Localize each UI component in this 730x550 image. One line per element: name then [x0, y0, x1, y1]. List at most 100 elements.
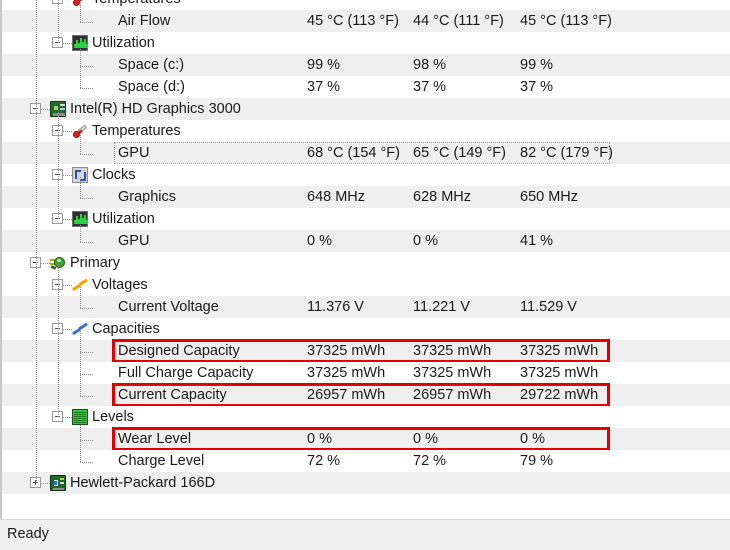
tree-row-value-2: 37 % — [413, 79, 447, 95]
tree-row-label: Air Flow — [118, 13, 171, 29]
tree-row-value-1: 0 % — [307, 431, 332, 447]
tree-row[interactable]: Charge Level 72 % 72 % 79 % — [2, 450, 730, 472]
tree-row[interactable]: Intel(R) HD Graphics 3000 — [2, 98, 730, 120]
tree-row[interactable]: Primary — [2, 252, 730, 274]
tree-stub-group-icon — [63, 329, 72, 330]
tree-row[interactable]: Temperatures — [2, 120, 730, 142]
tree-row-value-1: 26957 mWh — [307, 387, 386, 403]
tree-row[interactable]: Air Flow 45 °C (113 °F) 44 °C (111 °F) 45 °… — [2, 10, 730, 32]
tree-row-value-2: 65 °C (149 °F) — [413, 145, 506, 161]
tree-row-value-3: 82 °C (179 °F) — [520, 145, 613, 161]
tree-stub-group-icon — [63, 43, 72, 44]
tree-row-value-3: 41 % — [520, 233, 554, 249]
tree-leaf-line — [80, 419, 81, 462]
tree-row-label: GPU — [118, 145, 150, 161]
tree-row-value-3: 37325 mWh — [520, 365, 599, 381]
tree-trunk-group-top — [58, 0, 59, 43]
tree-leaf-line — [80, 221, 81, 242]
tree-row-value-1: 11.376 V — [307, 299, 364, 315]
tree-row[interactable]: Temperatures — [2, 0, 730, 10]
tree-row-value-2: 11.221 V — [413, 299, 470, 315]
tree-trunk-group — [58, 110, 59, 219]
tree-row-value-3: 11.529 V — [520, 299, 577, 315]
tree-leaf-elbow — [80, 308, 94, 309]
tree-leaf-line — [80, 133, 81, 154]
tree-leaf-elbow — [80, 462, 94, 463]
tree-leaf-elbow — [80, 66, 94, 67]
tree-row-label: Capacities — [92, 321, 160, 337]
tree-leaf-elbow — [80, 22, 94, 23]
tree-leaf-elbow — [80, 88, 94, 89]
tree-leaf-elbow — [80, 352, 94, 353]
tree-row-value-3: 29722 mWh — [520, 387, 599, 403]
tree-row-label: Temperatures — [92, 123, 181, 139]
tree-row-label: Wear Level — [118, 431, 192, 447]
tree-row-label: Clocks — [92, 167, 136, 183]
tree-row[interactable]: Hewlett-Packard 166D — [2, 472, 730, 494]
tree-leaf-line — [80, 45, 81, 88]
tree-row-label: Utilization — [92, 35, 155, 51]
tree-row-label: Utilization — [92, 211, 155, 227]
tree-row[interactable]: Utilization — [2, 208, 730, 230]
tree-trunk-group — [58, 264, 59, 417]
tree-row[interactable]: Space (c:) 99 % 98 % 99 % — [2, 54, 730, 76]
tree-row-value-1: 37325 mWh — [307, 343, 386, 359]
tree-row[interactable]: Graphics 648 MHz 628 MHz 650 MHz — [2, 186, 730, 208]
tree-row[interactable]: GPU 0 % 0 % 41 % — [2, 230, 730, 252]
tree-row-value-2: 37325 mWh — [413, 365, 492, 381]
tree-leaf-elbow — [80, 198, 94, 199]
tree-row-value-1: 68 °C (154 °F) — [307, 145, 400, 161]
tree-row-value-2: 0 % — [413, 431, 438, 447]
tree-row-label: GPU — [118, 233, 150, 249]
tree-stub-group-icon — [63, 285, 72, 286]
tree-trunk-root — [36, 0, 37, 483]
tree-leaf-elbow — [80, 440, 94, 441]
tree-row-label: Intel(R) HD Graphics 3000 — [70, 101, 241, 117]
tree-row-value-3: 99 % — [520, 57, 554, 73]
sensor-tree-pane[interactable]: Temperatures Air Flow 45 °C (113 °F) 44 °C … — [0, 0, 730, 519]
tree-stub-group-icon — [63, 417, 72, 418]
tree-row-label: Voltages — [92, 277, 148, 293]
tree-row-label: Full Charge Capacity — [118, 365, 254, 381]
tree-row-value-1: 45 °C (113 °F) — [307, 13, 399, 29]
tree-row[interactable]: Clocks — [2, 164, 730, 186]
tree-stub-group-icon — [63, 131, 72, 132]
tree-row-label: Temperatures — [92, 0, 181, 10]
tree-row[interactable]: Capacities — [2, 318, 730, 340]
tree-row[interactable]: Voltages — [2, 274, 730, 296]
status-bar: Ready — [0, 519, 730, 550]
tree-row-label: Space (c:) — [118, 57, 185, 73]
tree-leaf-line — [80, 287, 81, 308]
tree-row[interactable]: GPU 68 °C (154 °F) 65 °C (149 °F) 82 °C (17… — [2, 142, 730, 164]
tree-row-label: Space (d:) — [118, 79, 185, 95]
tree-row-value-1: 37 % — [307, 79, 341, 95]
tree-row-value-2: 628 MHz — [413, 189, 472, 205]
tree-stub-group-icon — [63, 219, 72, 220]
tree-row[interactable]: Current Capacity 26957 mWh 26957 mWh 29722 … — [2, 384, 730, 406]
tree-row[interactable]: Utilization — [2, 32, 730, 54]
tree-leaf-elbow — [80, 374, 94, 375]
hwinfo-sensor-tree-window: Temperatures Air Flow 45 °C (113 °F) 44 °C … — [0, 0, 730, 550]
tree-row-value-2: 26957 mWh — [413, 387, 492, 403]
tree-row-label: Levels — [92, 409, 134, 425]
tree-row-label: Primary — [70, 255, 120, 271]
tree-stub-group-icon — [63, 175, 72, 176]
tree-row-value-2: 98 % — [413, 57, 447, 73]
device-board-icon — [50, 475, 66, 491]
tree-stub-root-icon — [41, 109, 50, 110]
tree-row[interactable]: Designed Capacity 37325 mWh 37325 mWh 37325… — [2, 340, 730, 362]
tree-row-value-2: 0 % — [413, 233, 438, 249]
tree-row[interactable]: Wear Level 0 % 0 % 0 % — [2, 428, 730, 450]
tree-row-label: Current Voltage — [118, 299, 219, 315]
tree-leaf-line — [80, 1, 81, 22]
tree-row-value-2: 37325 mWh — [413, 343, 492, 359]
tree-row[interactable]: Full Charge Capacity 37325 mWh 37325 mWh 37… — [2, 362, 730, 384]
tree-row[interactable]: Space (d:) 37 % 37 % 37 % — [2, 76, 730, 98]
tree-row-value-3: 650 MHz — [520, 189, 579, 205]
tree-row[interactable]: Levels — [2, 406, 730, 428]
tree-leaf-line — [80, 177, 81, 198]
tree-leaf-elbow — [80, 242, 94, 243]
tree-row-label: Designed Capacity — [118, 343, 240, 359]
tree-leaf-line — [80, 331, 81, 396]
tree-row[interactable]: Current Voltage 11.376 V 11.221 V 11.529 V — [2, 296, 730, 318]
